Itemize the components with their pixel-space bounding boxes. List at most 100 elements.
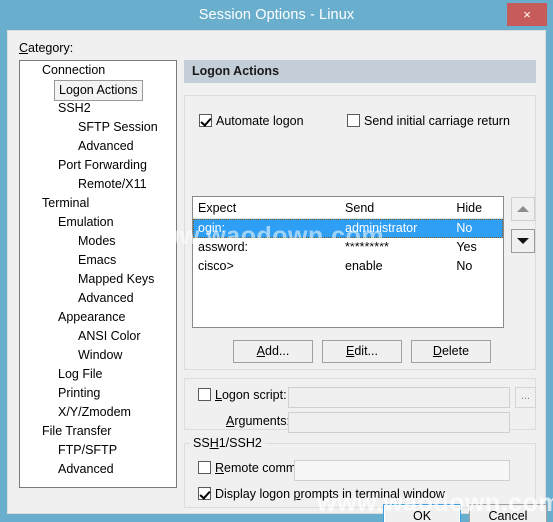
arguments-label: Arguments: (226, 414, 290, 428)
tree-item-label: SSH2 (58, 101, 91, 115)
tree-item-emacs[interactable]: Emacs (20, 251, 176, 270)
cell-expect: ogin: (198, 221, 226, 235)
list-header-row: Expect Send Hide (193, 197, 503, 219)
tree-item-file-transfer[interactable]: File Transfer (20, 422, 176, 441)
cell-expect: cisco> (198, 259, 234, 273)
tree-item-label: FTP/SFTP (58, 443, 118, 457)
tree-item-label: Advanced (78, 291, 134, 305)
category-label: Category: (19, 41, 74, 55)
automate-logon-label: Automate logon (216, 114, 304, 128)
cell-send: administrator (345, 221, 418, 235)
tree-item-label: Logon Actions (54, 80, 143, 101)
cell-hide: Yes (456, 240, 477, 254)
triangle-up-icon (517, 206, 529, 212)
add-button[interactable]: Add... (233, 340, 313, 363)
tree-item-label: Log File (58, 367, 103, 381)
tree-item-remote-x11[interactable]: Remote/X11 (20, 175, 176, 194)
logon-script-checkbox[interactable]: Logon script: (198, 388, 287, 402)
tree-item-label: Emacs (78, 253, 117, 267)
tree-item-ssh2[interactable]: SSH2 (20, 99, 176, 118)
remote-command-input[interactable] (294, 460, 510, 481)
browse-button[interactable]: ... (515, 387, 536, 408)
tree-item-label: File Transfer (42, 424, 112, 438)
tree-item-label: Modes (78, 234, 116, 248)
cell-hide: No (456, 259, 473, 273)
tree-item-label: Terminal (42, 196, 90, 210)
logon-script-input[interactable] (288, 387, 510, 408)
category-tree[interactable]: Connection Logon Actions SSH2 SFTP Session A… (19, 60, 177, 488)
tree-item-label: Connection (42, 63, 106, 77)
tree-item-label: SFTP Session (78, 120, 158, 134)
session-options-dialog: Session Options - Linux × Category: Conn… (0, 0, 553, 522)
tree-item-advanced[interactable]: Advanced (20, 460, 176, 479)
tree-item-label: Window (78, 348, 123, 362)
tree-item-appearance[interactable]: Appearance (20, 308, 176, 327)
tree-item-label: Mapped Keys (78, 272, 155, 286)
list-body: ogin: administrator No assword: ********* Yes… (193, 219, 503, 276)
move-down-button[interactable] (511, 229, 535, 253)
automate-logon-group: Automate logon Send initial carriage ret… (184, 95, 536, 370)
tree-item-logon-actions[interactable]: Logon Actions (20, 80, 176, 101)
tree-item-printing[interactable]: Printing (20, 384, 176, 403)
close-icon[interactable]: × (507, 3, 547, 26)
tree-item-sftp-session[interactable]: SFTP Session (20, 118, 176, 137)
tree-item-window[interactable]: Window (20, 346, 176, 365)
tree-item-label: Appearance (58, 310, 126, 324)
tree-item-label: Port Forwarding (58, 158, 147, 172)
table-row[interactable]: cisco> enable No (193, 257, 503, 276)
cell-expect: assword: (198, 240, 249, 254)
title-bar: Session Options - Linux × (0, 0, 553, 30)
cell-hide: No (456, 221, 473, 235)
tree-item-connection[interactable]: Connection (20, 61, 176, 80)
display-logon-prompts-checkbox[interactable]: Display logon prompts in terminal window (198, 487, 445, 501)
ssh-group-legend: SSH1/SSH2 (190, 436, 265, 450)
checkbox-box (199, 114, 212, 127)
logon-actions-list[interactable]: Expect Send Hide ogin: administrator No ass… (192, 196, 504, 328)
ok-button[interactable]: OK (383, 504, 461, 522)
table-row[interactable]: ogin: administrator No (193, 219, 503, 238)
tree-item-log-file[interactable]: Log File (20, 365, 176, 384)
tree-item-label: ANSI Color (78, 329, 141, 343)
cancel-button[interactable]: Cancel (469, 504, 547, 522)
tree-item-advanced[interactable]: Advanced (20, 289, 176, 308)
cell-send: ********* (345, 240, 389, 254)
column-header-expect[interactable]: Expect (193, 197, 340, 218)
checkbox-box (198, 461, 211, 474)
send-initial-carriage-return-checkbox[interactable]: Send initial carriage return (347, 114, 510, 128)
send-initial-cr-label: Send initial carriage return (364, 114, 510, 128)
delete-button[interactable]: Delete (411, 340, 491, 363)
tree-item-port-forwarding[interactable]: Port Forwarding (20, 156, 176, 175)
tree-item-advanced[interactable]: Advanced (20, 137, 176, 156)
tree-item-label: Remote/X11 (78, 177, 147, 191)
panel-title: Logon Actions (184, 60, 536, 83)
column-header-send[interactable]: Send (340, 197, 451, 218)
display-logon-prompts-label: Display logon prompts in terminal window (215, 487, 445, 501)
dialog-client-area: Category: Connection Logon Actions SSH2 SFT… (7, 30, 547, 522)
triangle-down-icon (517, 238, 529, 244)
logon-actions-panel: Logon Actions Automate logon Send initia… (184, 60, 536, 508)
tree-item-ftp-sftp[interactable]: FTP/SFTP (20, 441, 176, 460)
arguments-input[interactable] (288, 412, 510, 433)
checkbox-box (347, 114, 360, 127)
column-header-hide[interactable]: Hide (451, 197, 503, 218)
tree-item-emulation[interactable]: Emulation (20, 213, 176, 232)
checkbox-box (198, 487, 211, 500)
tree-item-label: Emulation (58, 215, 114, 229)
edit-button[interactable]: Edit... (322, 340, 402, 363)
table-row[interactable]: assword: ********* Yes (193, 238, 503, 257)
cell-send: enable (345, 259, 383, 273)
tree-item-modes[interactable]: Modes (20, 232, 176, 251)
checkbox-box (198, 388, 211, 401)
tree-item-x-y-zmodem[interactable]: X/Y/Zmodem (20, 403, 176, 422)
tree-item-mapped-keys[interactable]: Mapped Keys (20, 270, 176, 289)
logon-script-label: Logon script: (215, 388, 287, 402)
window-title: Session Options - Linux (198, 7, 355, 23)
automate-logon-checkbox[interactable]: Automate logon (199, 114, 304, 128)
tree-item-ansi-color[interactable]: ANSI Color (20, 327, 176, 346)
tree-item-label: Advanced (78, 139, 134, 153)
tree-item-label: Printing (58, 386, 101, 400)
tree-item-terminal[interactable]: Terminal (20, 194, 176, 213)
tree-item-label: Advanced (58, 462, 114, 476)
move-up-button[interactable] (511, 197, 535, 221)
tree-item-label: X/Y/Zmodem (58, 405, 131, 419)
